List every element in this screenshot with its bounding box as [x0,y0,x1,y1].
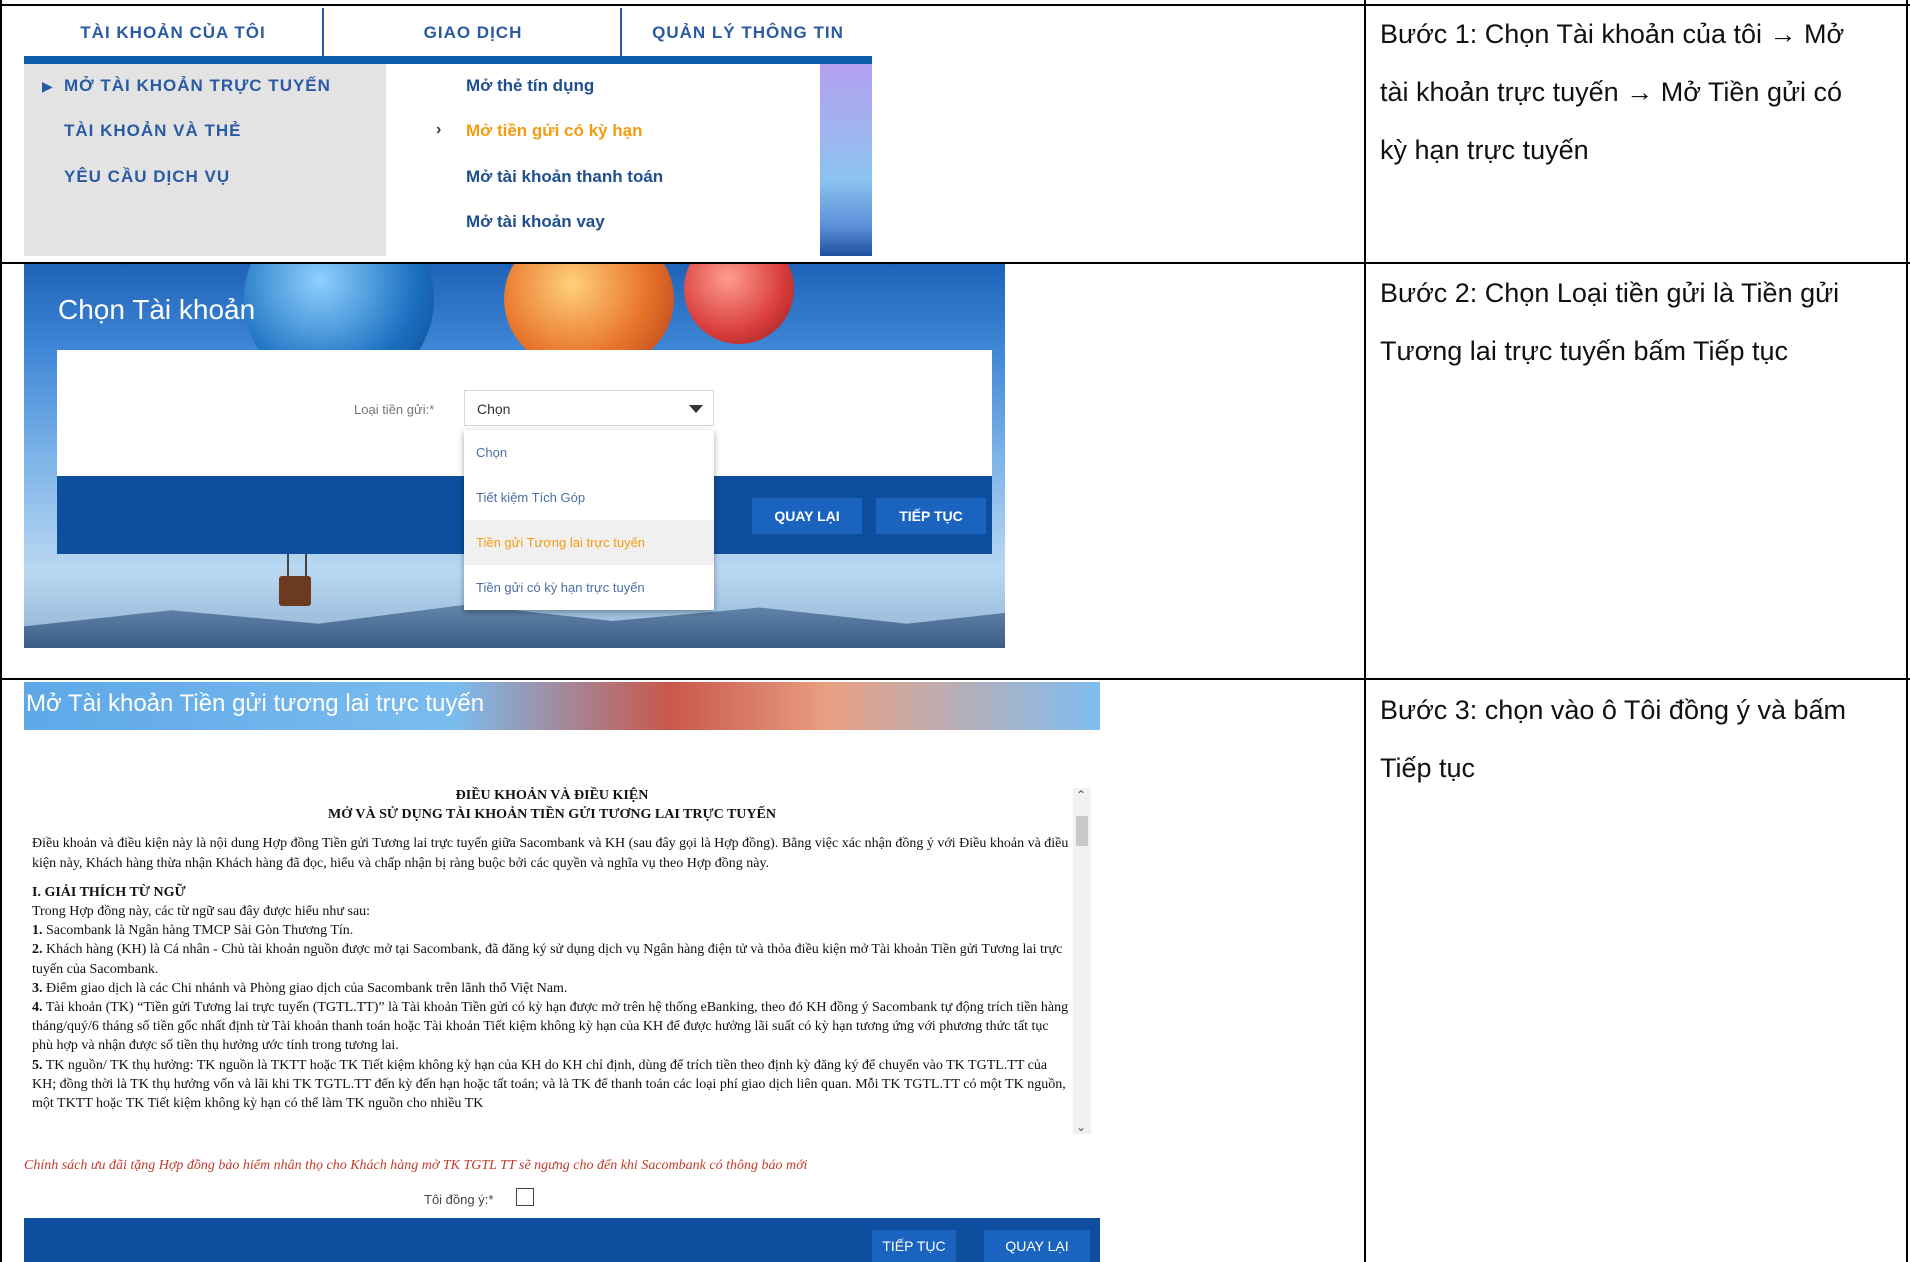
agree-label: Tôi đồng ý:* [424,1192,494,1207]
item-number: 4. [32,1000,43,1016]
step-2-line: Bước 2: Chọn Loại tiền gửi là Tiền gửi [1380,278,1840,308]
background-image [820,64,872,256]
submenu-left: ▶ MỞ TÀI KHOẢN TRỰC TUYẾN TÀI KHOẢN VÀ T… [24,64,386,256]
scroll-thumb[interactable] [1076,816,1088,846]
item-text: Sacombank là Ngân hàng TMCP Sài Gòn Thươ… [46,923,354,939]
back-button[interactable]: QUAY LẠI [752,498,862,534]
menu-item-service-requests[interactable]: YÊU CẦU DỊCH VỤ [64,167,230,187]
dropdown-option-highlighted[interactable]: Tiền gửi Tương lai trực tuyến [464,520,714,565]
chevron-down-icon [689,405,703,413]
policy-note: Chính sách ưu đãi tặng Hợp đồng bảo hiểm… [24,1158,808,1173]
terms-item: 5. TK nguồn/ TK thụ hưởng: TK nguồn là T… [32,1056,1072,1114]
step-3-line: Bước 3: chọn vào ô Tôi đồng ý và bấm [1380,695,1847,725]
deposit-type-dropdown: Chọn Tiết kiệm Tích Góp Tiền gửi Tương l… [464,430,714,610]
dropdown-option[interactable]: Tiền gửi có kỳ hạn trực tuyến [464,565,714,610]
instruction-table: Bước 1: Chọn Tài khoản của tôi → Mở tài … [0,0,1910,1262]
step-1-line: tài khoản trực tuyến → Mở Tiền gửi có [1380,77,1843,107]
chevron-right-icon: › [436,121,442,138]
item-number: 3. [32,980,43,996]
section-heading: I. GIẢI THÍCH TỪ NGỮ [32,884,186,900]
balloon-image [287,550,307,578]
step-2-line: Tương lai trực tuyến bấm Tiếp tục [1380,336,1789,366]
choose-account-screenshot: Chọn Tài khoản Loại tiền gửi:* Chọn QUAY… [24,264,1005,648]
step-1-line: Bước 1: Chọn Tài khoản của tôi → Mở [1380,19,1845,49]
deposit-type-label: Loại tiền gửi:* [354,402,435,417]
terms-intro: Điều khoản và điều kiện này là nội dung … [32,836,1069,871]
section-intro: Trong Hợp đồng này, các từ ngữ sau đây đ… [32,904,371,920]
menu-item-accounts-cards[interactable]: TÀI KHOẢN VÀ THẺ [64,121,242,141]
menu-item-loan-account[interactable]: Mở tài khoản vay [466,212,605,232]
next-button[interactable]: TIẾP TỤC [876,498,986,534]
submenu-right: Mở thẻ tín dụng › Mở tiền gửi có kỳ hạn … [386,64,820,256]
menu-item-term-deposit[interactable]: Mở tiền gửi có kỳ hạn [466,121,642,141]
select-value: Chọn [477,401,511,417]
balloon-image [684,264,794,344]
page-title: Chọn Tài khoản [58,294,256,325]
item-number: 2. [32,942,43,958]
table-column-divider [1364,0,1366,1262]
deposit-type-select[interactable]: Chọn [464,390,714,426]
step-2-text: Bước 2: Chọn Loại tiền gửi là Tiền gửi T… [1380,264,1900,380]
balloon-basket-image [279,576,311,606]
step-1-line: kỳ hạn trực tuyến [1380,135,1589,165]
top-nav: TÀI KHOẢN CỦA TÔI GIAO DỊCH QUẢN LÝ THÔN… [24,8,872,64]
step-3-line: Tiếp tục [1380,753,1476,783]
scroll-up-icon[interactable]: ⌃ [1076,788,1086,802]
menu-screenshot: TÀI KHOẢN CỦA TÔI GIAO DỊCH QUẢN LÝ THÔN… [24,8,872,256]
back-button[interactable]: QUAY LẠI [984,1230,1090,1262]
step-1-text: Bước 1: Chọn Tài khoản của tôi → Mở tài … [1380,5,1900,179]
item-number: 5. [32,1057,43,1073]
caret-right-icon: ▶ [42,78,53,94]
terms-item: 4. Tài khoản (TK) “Tiền gửi Tương lai tr… [32,998,1072,1056]
menu-item-payment-account[interactable]: Mở tài khoản thanh toán [466,167,663,187]
menu-item-open-online-account[interactable]: MỞ TÀI KHOẢN TRỰC TUYẾN [64,76,331,96]
terms-item: 2. Khách hàng (KH) là Cá nhân - Chủ tài … [32,940,1072,978]
dropdown-option[interactable]: Chọn [464,430,714,475]
scrollbar[interactable]: ⌃ ⌄ [1073,788,1091,1134]
terms-screenshot: Mở Tài khoản Tiền gửi tương lai trực tuy… [24,682,1100,1262]
scroll-down-icon[interactable]: ⌄ [1076,1120,1086,1134]
terms-heading: ĐIỀU KHOẢN VÀ ĐIỀU KIỆN [455,788,649,803]
item-text: TK nguồn/ TK thụ hưởng: TK nguồn là TKTT… [32,1057,1066,1112]
table-row-divider [0,678,1910,680]
step-3-text: Bước 3: chọn vào ô Tôi đồng ý và bấm Tiế… [1380,681,1900,797]
next-button[interactable]: TIẾP TỤC [872,1230,956,1262]
dropdown-option[interactable]: Tiết kiệm Tích Góp [464,475,714,520]
page-title: Mở Tài khoản Tiền gửi tương lai trực tuy… [26,690,485,717]
item-text: Điểm giao dịch là các Chi nhánh và Phòng… [46,980,568,996]
item-text: Tài khoản (TK) “Tiền gửi Tương lai trực … [32,1000,1069,1054]
table-border-right [1906,0,1908,1262]
tab-info-management[interactable]: QUẢN LÝ THÔNG TIN [620,8,872,56]
item-number: 1. [32,923,43,939]
tab-my-account[interactable]: TÀI KHOẢN CỦA TÔI [24,8,322,56]
menu-item-credit-card[interactable]: Mở thẻ tín dụng [466,76,594,96]
terms-item: 3. Điểm giao dịch là các Chi nhánh và Ph… [32,979,1072,998]
item-text: Khách hàng (KH) là Cá nhân - Chủ tài kho… [32,942,1063,977]
tab-transactions[interactable]: GIAO DỊCH [322,8,622,56]
terms-heading: MỞ VÀ SỬ DỤNG TÀI KHOẢN TIỀN GỬI TƯƠNG L… [328,807,776,823]
header-banner: Mở Tài khoản Tiền gửi tương lai trực tuy… [24,682,1100,730]
table-border-left [0,0,2,1262]
agree-checkbox[interactable] [516,1188,534,1206]
terms-item: 1. Sacombank là Ngân hàng TMCP Sài Gòn T… [32,921,1072,940]
